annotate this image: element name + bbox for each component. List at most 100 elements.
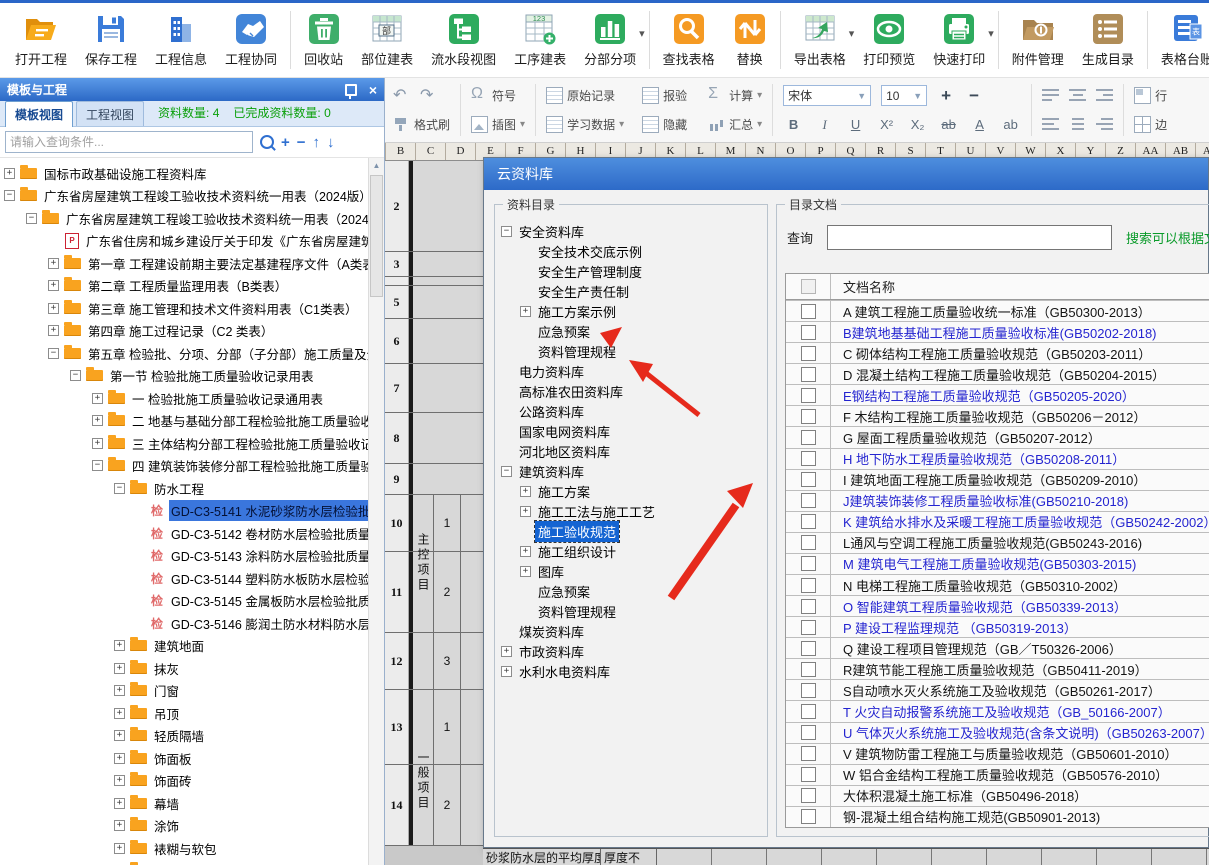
doc-row[interactable]: S自动喷水灭火系统施工及验收规范（GB50261-2017） bbox=[786, 679, 1209, 700]
tree-item[interactable]: +门窗 bbox=[4, 680, 384, 703]
search-input[interactable] bbox=[5, 131, 253, 153]
tree-item[interactable]: 检GD-C3-5145 金属板防水层检验批质量验 bbox=[4, 590, 384, 613]
doc-row[interactable]: O 智能建筑工程质量验收规范（GB50339-2013） bbox=[786, 595, 1209, 616]
tree-item[interactable]: −四 建筑装饰装修分部工程检验批施工质量验收 bbox=[4, 455, 384, 478]
row-height-button[interactable]: 行 bbox=[1134, 87, 1167, 104]
doc-checkbox[interactable] bbox=[801, 746, 816, 761]
tree-item[interactable]: +国标市政基础设施工程资料库 bbox=[4, 162, 384, 185]
doc-name[interactable]: L通风与空调工程施工质量验收规范(GB50243-2016) bbox=[831, 533, 1142, 552]
select-all-checkbox[interactable] bbox=[801, 279, 816, 294]
format-mark-6[interactable]: A bbox=[969, 117, 990, 132]
doc-row[interactable]: T 火灾自动报警系统施工及验收规范（GB_50166-2007） bbox=[786, 700, 1209, 721]
tree-item[interactable]: +轻质隔墙 bbox=[4, 725, 384, 748]
summary-button[interactable]: 汇总▾ bbox=[708, 116, 762, 133]
catalog-tree-item[interactable]: 应急预案 bbox=[501, 321, 765, 341]
doc-checkbox[interactable] bbox=[801, 809, 816, 824]
tree-item[interactable]: +一 检验批施工质量验收记录通用表 bbox=[4, 387, 384, 410]
learning-data-button[interactable]: 学习数据▾ bbox=[546, 116, 632, 133]
doc-row[interactable]: 钢-混凝土组合结构施工规范(GB50901-2013) bbox=[786, 806, 1209, 827]
doc-name[interactable]: B建筑地基基础工程施工质量验收标准(GB50202-2018) bbox=[831, 323, 1157, 342]
expand-icon[interactable]: + bbox=[501, 666, 512, 677]
catalog-tree-item[interactable]: +施工方案 bbox=[501, 481, 765, 501]
toolbar-button-open-project[interactable]: 打开工程 bbox=[6, 10, 76, 70]
add-icon[interactable]: + bbox=[281, 135, 290, 150]
doc-name[interactable]: G 屋面工程质量验收规范（GB50207-2012） bbox=[831, 428, 1101, 447]
toolbar-button-quick-print[interactable]: 快速打印 bbox=[924, 10, 994, 70]
catalog-tree-item[interactable]: +市政资料库 bbox=[501, 641, 765, 661]
doc-name[interactable]: I 建筑地面工程施工质量验收规范（GB50209-2010） bbox=[831, 470, 1146, 489]
search-icon[interactable] bbox=[260, 135, 274, 149]
sheet-corner[interactable] bbox=[385, 143, 386, 160]
tree-item[interactable]: 检GD-C3-5143 涂料防水层检验批质量验收 bbox=[4, 545, 384, 568]
doc-checkbox[interactable] bbox=[801, 535, 816, 550]
catalog-tree-item[interactable]: +施工工法与施工工艺 bbox=[501, 501, 765, 521]
toolbar-button-attachment[interactable]: 附件管理 bbox=[1003, 10, 1073, 70]
expand-icon[interactable]: + bbox=[114, 730, 125, 741]
row-header[interactable]: 14 bbox=[385, 765, 409, 845]
toolbar-button-subitem-chart[interactable]: 分部分项 bbox=[575, 10, 645, 70]
doc-checkbox[interactable] bbox=[801, 556, 816, 571]
doc-row[interactable]: K 建筑给水排水及采暖工程施工质量验收规范（GB50242-2002） bbox=[786, 511, 1209, 532]
doc-name[interactable]: T 火灾自动报警系统施工及验收规范（GB_50166-2007） bbox=[831, 702, 1171, 721]
doc-name[interactable]: C 砌体结构工程施工质量验收规范（GB50203-2011） bbox=[831, 344, 1151, 363]
tree-item[interactable]: −广东省房屋建筑工程竣工验收技术资料统一用表（2024版 bbox=[4, 207, 384, 230]
tree-item[interactable]: +三 主体结构分部工程检验批施工质量验收记录 bbox=[4, 432, 384, 455]
collapse-icon[interactable]: − bbox=[48, 348, 59, 359]
doc-checkbox[interactable] bbox=[801, 367, 816, 382]
format-painter-button[interactable]: 格式刷 bbox=[393, 116, 450, 133]
tree-item[interactable]: +二 地基与基础分部工程检验批施工质量验收记 bbox=[4, 410, 384, 433]
doc-checkbox[interactable] bbox=[801, 641, 816, 656]
expand-icon[interactable]: + bbox=[114, 843, 125, 854]
remove-icon[interactable]: − bbox=[297, 135, 306, 150]
doc-name[interactable]: S自动喷水灭火系统施工及验收规范（GB50261-2017） bbox=[831, 681, 1161, 700]
font-larger-button[interactable]: + bbox=[937, 86, 955, 106]
expand-icon[interactable]: + bbox=[114, 685, 125, 696]
illustration-button[interactable]: 插图▾ bbox=[471, 116, 525, 133]
doc-row[interactable]: A 建筑工程施工质量验收统一标准（GB50300-2013） bbox=[786, 300, 1209, 321]
doc-checkbox[interactable] bbox=[801, 304, 816, 319]
expand-icon[interactable]: + bbox=[520, 306, 531, 317]
align-center-button[interactable] bbox=[1069, 118, 1086, 131]
doc-name[interactable]: A 建筑工程施工质量验收统一标准（GB50300-2013） bbox=[831, 302, 1151, 321]
format-mark-5[interactable]: ab bbox=[938, 117, 959, 132]
collapse-icon[interactable]: − bbox=[92, 460, 103, 471]
doc-name[interactable]: R建筑节能工程施工质量验收规范（GB50411-2019） bbox=[831, 660, 1148, 679]
row-header[interactable]: 13 bbox=[385, 690, 409, 764]
tree-item[interactable]: 检GD-C3-5146 膨润土防水材料防水层检验 bbox=[4, 612, 384, 635]
catalog-tree-item[interactable]: 应急预案 bbox=[501, 581, 765, 601]
doc-checkbox[interactable] bbox=[801, 662, 816, 677]
scroll-up-icon[interactable]: ▲ bbox=[369, 158, 384, 173]
doc-checkbox[interactable] bbox=[801, 346, 816, 361]
expand-icon[interactable]: + bbox=[48, 325, 59, 336]
tree-item[interactable]: +涂饰 bbox=[4, 815, 384, 838]
row-header[interactable]: 8 bbox=[385, 413, 409, 463]
doc-checkbox[interactable] bbox=[801, 514, 816, 529]
move-up-icon[interactable]: ↑ bbox=[313, 135, 321, 150]
doc-checkbox[interactable] bbox=[801, 599, 816, 614]
tree-item[interactable]: −防水工程 bbox=[4, 477, 384, 500]
toolbar-button-project-collab[interactable]: 工程协同 bbox=[216, 10, 286, 70]
row-header[interactable]: 5 bbox=[385, 286, 409, 318]
tree-item[interactable]: −第五章 检验批、分项、分部（子分部）施工质量及分 bbox=[4, 342, 384, 365]
row-header[interactable] bbox=[385, 277, 409, 285]
doc-row[interactable]: L通风与空调工程施工质量验收规范(GB50243-2016) bbox=[786, 532, 1209, 553]
catalog-tree-item[interactable]: 资料管理规程 bbox=[501, 341, 765, 361]
tab-project-view[interactable]: 工程视图 bbox=[76, 101, 144, 126]
sheet-cell[interactable]: 1 bbox=[434, 690, 461, 764]
tree-item[interactable]: +饰面砖 bbox=[4, 770, 384, 793]
collapse-icon[interactable]: − bbox=[4, 190, 15, 201]
row-header[interactable]: 7 bbox=[385, 364, 409, 412]
expand-icon[interactable]: + bbox=[501, 646, 512, 657]
font-name-combo[interactable]: 宋体▼ bbox=[783, 85, 871, 106]
expand-icon[interactable]: + bbox=[520, 546, 531, 557]
align-right-button[interactable] bbox=[1096, 118, 1113, 131]
expand-icon[interactable]: + bbox=[92, 393, 103, 404]
row-header[interactable]: 10 bbox=[385, 495, 409, 551]
catalog-tree-item[interactable]: 煤炭资料库 bbox=[501, 621, 765, 641]
catalog-tree-item[interactable]: 资料管理规程 bbox=[501, 601, 765, 621]
toolbar-button-print-preview[interactable]: 打印预览 bbox=[854, 10, 924, 70]
column-header[interactable]: C bbox=[416, 143, 446, 160]
catalog-tree-item[interactable]: −建筑资料库 bbox=[501, 461, 765, 481]
doc-checkbox[interactable] bbox=[801, 725, 816, 740]
tree-item[interactable]: 检GD-C3-5142 卷材防水层检验批质量验收 bbox=[4, 522, 384, 545]
